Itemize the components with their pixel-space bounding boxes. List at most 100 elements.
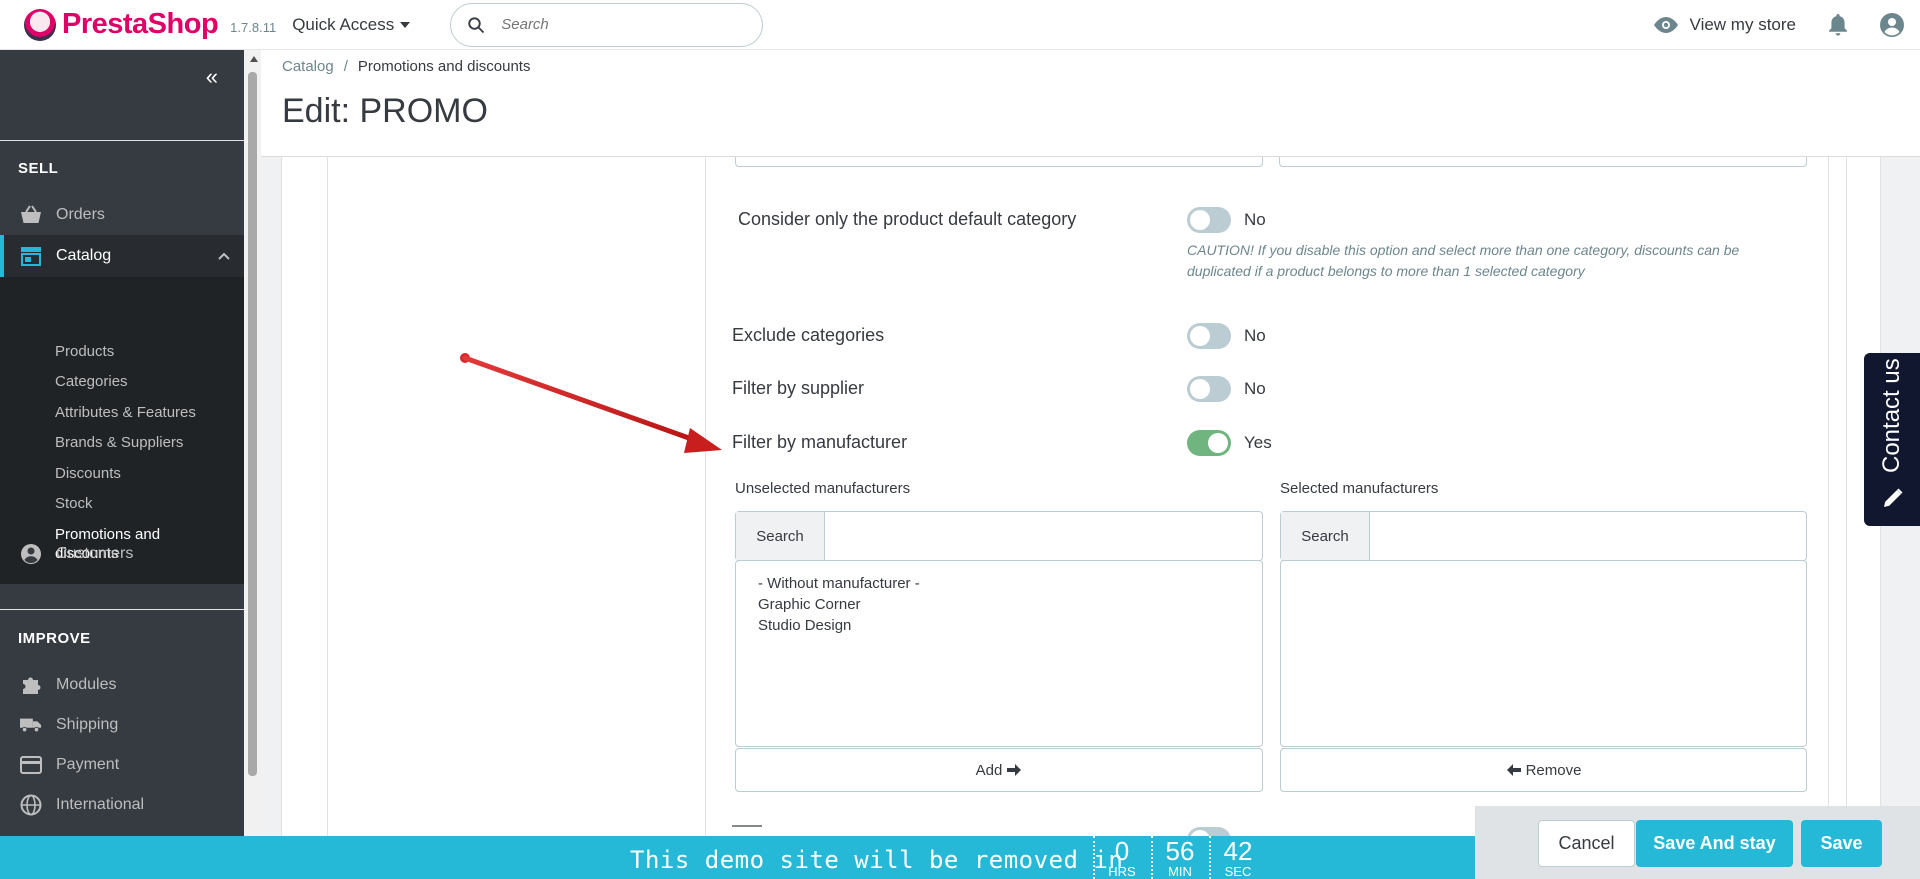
selected-manufacturers-label: Selected manufacturers xyxy=(1280,480,1439,497)
timer-hours: 0 HRS xyxy=(1093,836,1149,879)
sidebar: « SELL Orders Catalog Products Categorie… xyxy=(0,50,244,879)
brand-name: PrestaShop xyxy=(62,8,219,40)
filter-manufacturer-switch[interactable] xyxy=(1187,430,1231,456)
sidebar-item-label: Customers xyxy=(56,545,134,562)
seconds-value: 42 xyxy=(1223,836,1253,866)
sidebar-item-modules[interactable]: Modules xyxy=(0,665,244,705)
exclude-categories-label: Exclude categories xyxy=(732,325,885,345)
submenu-stock[interactable]: Stock xyxy=(55,495,93,513)
eye-icon xyxy=(1653,16,1678,33)
cancel-button[interactable]: Cancel xyxy=(1538,820,1635,867)
arrow-right-icon xyxy=(1007,764,1022,776)
sidebar-item-label: Shipping xyxy=(56,716,119,733)
puzzle-icon xyxy=(20,674,42,696)
sidebar-item-international[interactable]: International xyxy=(0,785,244,825)
quick-access-label: Quick Access xyxy=(292,14,395,34)
submenu-brands-suppliers[interactable]: Brands & Suppliers xyxy=(55,434,183,452)
breadcrumb-catalog[interactable]: Catalog xyxy=(282,58,334,75)
collapse-sidebar-icon[interactable]: « xyxy=(206,64,218,90)
unselected-manufacturers-label: Unselected manufacturers xyxy=(735,480,911,497)
improve-section-title: IMPROVE xyxy=(18,630,91,647)
sidebar-divider xyxy=(0,609,244,610)
timer-minutes: 56 MIN xyxy=(1151,836,1207,879)
sidebar-item-customers[interactable]: Customers xyxy=(0,534,244,574)
arrow-left-icon xyxy=(1506,764,1521,776)
sidebar-divider xyxy=(0,140,244,141)
add-button[interactable]: Add xyxy=(735,748,1263,792)
add-button-label: Add xyxy=(975,761,1003,779)
save-button[interactable]: Save xyxy=(1801,820,1882,867)
search-input[interactable] xyxy=(501,16,742,33)
scroll-up-arrow-icon[interactable] xyxy=(250,56,258,62)
search-addon: Search xyxy=(1281,512,1370,560)
sidebar-item-label: Catalog xyxy=(56,247,112,264)
selected-search-input[interactable] xyxy=(1370,512,1806,560)
bell-icon[interactable] xyxy=(1828,13,1848,36)
sidebar-item-catalog[interactable]: Catalog xyxy=(0,235,244,277)
exclude-categories-switch[interactable] xyxy=(1187,323,1231,349)
view-store-link[interactable]: View my store xyxy=(1653,14,1796,35)
sidebar-item-label: Payment xyxy=(56,756,120,773)
sidebar-item-orders[interactable]: Orders xyxy=(0,195,244,235)
header-search[interactable] xyxy=(450,2,764,47)
version-label: 1.7.8.11 xyxy=(230,20,277,35)
hours-value: 0 xyxy=(1114,836,1130,866)
next-row-label-partial xyxy=(732,825,762,833)
breadcrumb: Catalog / Promotions and discounts xyxy=(282,58,530,75)
selected-manufacturers-list[interactable] xyxy=(1280,560,1807,747)
view-store-label: View my store xyxy=(1689,14,1796,34)
pencil-icon xyxy=(1884,488,1903,507)
scrollbar-thumb[interactable] xyxy=(248,72,257,776)
submenu-products[interactable]: Products xyxy=(55,343,114,361)
save-and-stay-button[interactable]: Save And stay xyxy=(1636,820,1793,867)
minutes-value: 56 xyxy=(1165,836,1195,866)
main-content: Consider only the product default catego… xyxy=(261,157,1920,836)
sidebar-item-label: International xyxy=(56,796,145,813)
caret-down-icon xyxy=(400,21,411,28)
submenu-categories[interactable]: Categories xyxy=(55,373,128,391)
prestashop-logo[interactable]: PrestaShop xyxy=(24,8,219,41)
puffin-logo-icon xyxy=(24,8,56,41)
sell-section-title: SELL xyxy=(18,160,59,177)
filter-manufacturer-label: Filter by manufacturer xyxy=(732,432,908,452)
top-header: PrestaShop 1.7.8.11 Quick Access View my… xyxy=(0,0,1920,50)
default-category-switch[interactable] xyxy=(1187,207,1231,233)
list-item[interactable]: Graphic Corner xyxy=(758,594,1240,615)
switch-knob xyxy=(1190,379,1210,399)
selected-search-group: Search xyxy=(1280,511,1807,561)
filter-supplier-label: Filter by supplier xyxy=(732,378,865,398)
form-action-bar: Cancel Save And stay Save xyxy=(1475,806,1920,879)
timer-seconds: 42 SEC xyxy=(1209,836,1265,879)
switch-knob xyxy=(1208,433,1228,453)
filter-supplier-value: No xyxy=(1244,379,1266,398)
list-item[interactable]: Studio Design xyxy=(758,615,1240,636)
field-partial-left[interactable] xyxy=(735,157,1263,167)
remove-button[interactable]: Remove xyxy=(1280,748,1807,792)
switch-knob xyxy=(1190,326,1210,346)
contact-us-tab[interactable]: Contact us xyxy=(1864,353,1920,526)
sidebar-item-label: Modules xyxy=(56,676,117,693)
search-icon xyxy=(468,16,485,33)
minutes-unit: MIN xyxy=(1168,864,1192,879)
next-row-switch-partial[interactable] xyxy=(1187,827,1231,836)
globe-icon xyxy=(20,794,42,816)
credit-card-icon xyxy=(20,754,42,776)
unselected-manufacturers-list[interactable]: - Without manufacturer - Graphic Corner … xyxy=(735,560,1263,747)
sidebar-item-shipping[interactable]: Shipping xyxy=(0,705,244,745)
field-partial-right[interactable] xyxy=(1279,157,1807,167)
switch-knob xyxy=(1190,210,1210,230)
submenu-discounts[interactable]: Discounts xyxy=(55,465,121,483)
contact-us-label: Contact us xyxy=(1878,358,1905,473)
list-item[interactable]: - Without manufacturer - xyxy=(758,573,1240,594)
filter-supplier-switch[interactable] xyxy=(1187,376,1231,402)
default-category-value: No xyxy=(1244,210,1266,229)
unselected-search-input[interactable] xyxy=(825,512,1262,560)
sidebar-item-payment[interactable]: Payment xyxy=(0,745,244,785)
submenu-attributes-features[interactable]: Attributes & Features xyxy=(55,404,196,422)
chevron-up-icon xyxy=(218,252,230,260)
breadcrumb-current: Promotions and discounts xyxy=(357,58,531,75)
user-account-icon[interactable] xyxy=(1880,12,1904,37)
truck-icon xyxy=(20,714,42,736)
quick-access-dropdown[interactable]: Quick Access xyxy=(292,14,411,35)
search-addon: Search xyxy=(736,512,825,560)
